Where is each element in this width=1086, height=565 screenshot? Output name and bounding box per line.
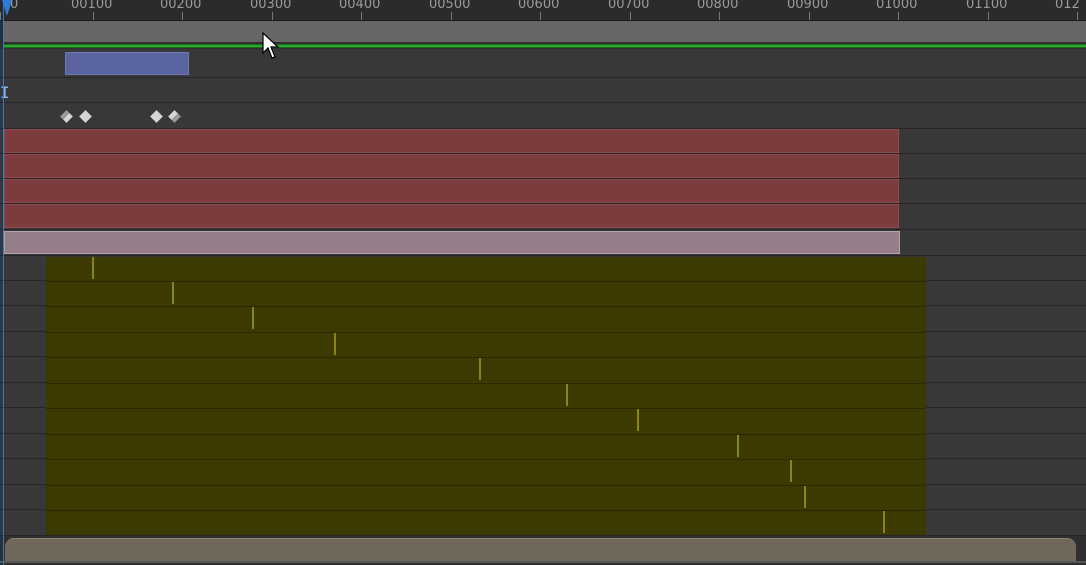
layer-marker[interactable] — [566, 384, 568, 406]
layer-marker[interactable] — [637, 409, 639, 431]
layer-marker[interactable] — [804, 486, 806, 508]
ruler-tick — [361, 12, 362, 20]
ruler-label: 00800 — [697, 0, 739, 12]
olive-row-divider — [46, 408, 926, 409]
layer-marker[interactable] — [737, 435, 739, 457]
ruler-tick — [1077, 12, 1078, 20]
ruler-label: 01100 — [966, 0, 1008, 12]
ruler-tick — [898, 12, 899, 20]
olive-row-divider — [46, 332, 926, 333]
ruler-label: 00400 — [339, 0, 381, 12]
track-row-marker — [0, 78, 1086, 103]
ruler-tick — [451, 12, 452, 20]
olive-row-divider — [46, 383, 926, 384]
olive-row-divider — [46, 357, 926, 358]
ruler-label: 00900 — [787, 0, 829, 12]
olive-layer-block[interactable] — [46, 257, 926, 535]
ruler-tick — [540, 12, 541, 20]
bottom-divider — [0, 561, 1086, 563]
ruler-label: 00500 — [429, 0, 471, 12]
layer-marker[interactable] — [252, 307, 254, 329]
olive-row-divider — [46, 459, 926, 460]
olive-row-divider — [46, 510, 926, 511]
ruler-tick — [182, 12, 183, 20]
work-area-bar[interactable] — [4, 21, 1086, 42]
layer-marker[interactable] — [790, 460, 792, 482]
ruler-tick — [809, 12, 810, 20]
layer-bar[interactable] — [4, 129, 899, 153]
ruler-tick — [719, 12, 720, 20]
scrollbar-thumb[interactable] — [5, 538, 1076, 561]
layer-marker[interactable] — [334, 333, 336, 355]
olive-row-divider — [46, 306, 926, 307]
layer-bar-selected[interactable] — [4, 231, 900, 254]
ruler-label: 00700 — [608, 0, 650, 12]
ruler-tick — [988, 12, 989, 20]
time-ruler[interactable]: 0 00100 00200 00300 00400 00500 00600 00… — [0, 0, 1086, 21]
layer-marker[interactable] — [479, 358, 481, 380]
layer-marker[interactable] — [883, 511, 885, 533]
olive-row-divider — [46, 281, 926, 282]
playhead-icon[interactable] — [2, 0, 12, 16]
ruler-tick — [93, 12, 94, 20]
blue-clip[interactable] — [65, 52, 189, 75]
i-beam-marker-icon[interactable]: I — [0, 83, 10, 102]
layer-bar[interactable] — [4, 179, 899, 203]
ruler-label: 00600 — [518, 0, 560, 12]
layer-bar[interactable] — [4, 204, 899, 228]
ruler-label: 00100 — [71, 0, 113, 12]
ruler-tick — [0, 12, 1, 20]
layer-marker[interactable] — [92, 257, 94, 279]
olive-row-divider — [46, 434, 926, 435]
playhead[interactable] — [2, 0, 12, 565]
render-range-line — [4, 44, 1086, 48]
ruler-label: 00300 — [250, 0, 292, 12]
ruler-tick — [630, 12, 631, 20]
ruler-label: 01000 — [876, 0, 918, 12]
layer-bar[interactable] — [4, 154, 899, 178]
ruler-label: 00200 — [160, 0, 202, 12]
mouse-pointer-icon — [262, 32, 280, 59]
olive-row-divider — [46, 485, 926, 486]
ruler-tick — [272, 12, 273, 20]
ruler-label: 012 — [1055, 0, 1080, 12]
layer-marker[interactable] — [172, 282, 174, 304]
